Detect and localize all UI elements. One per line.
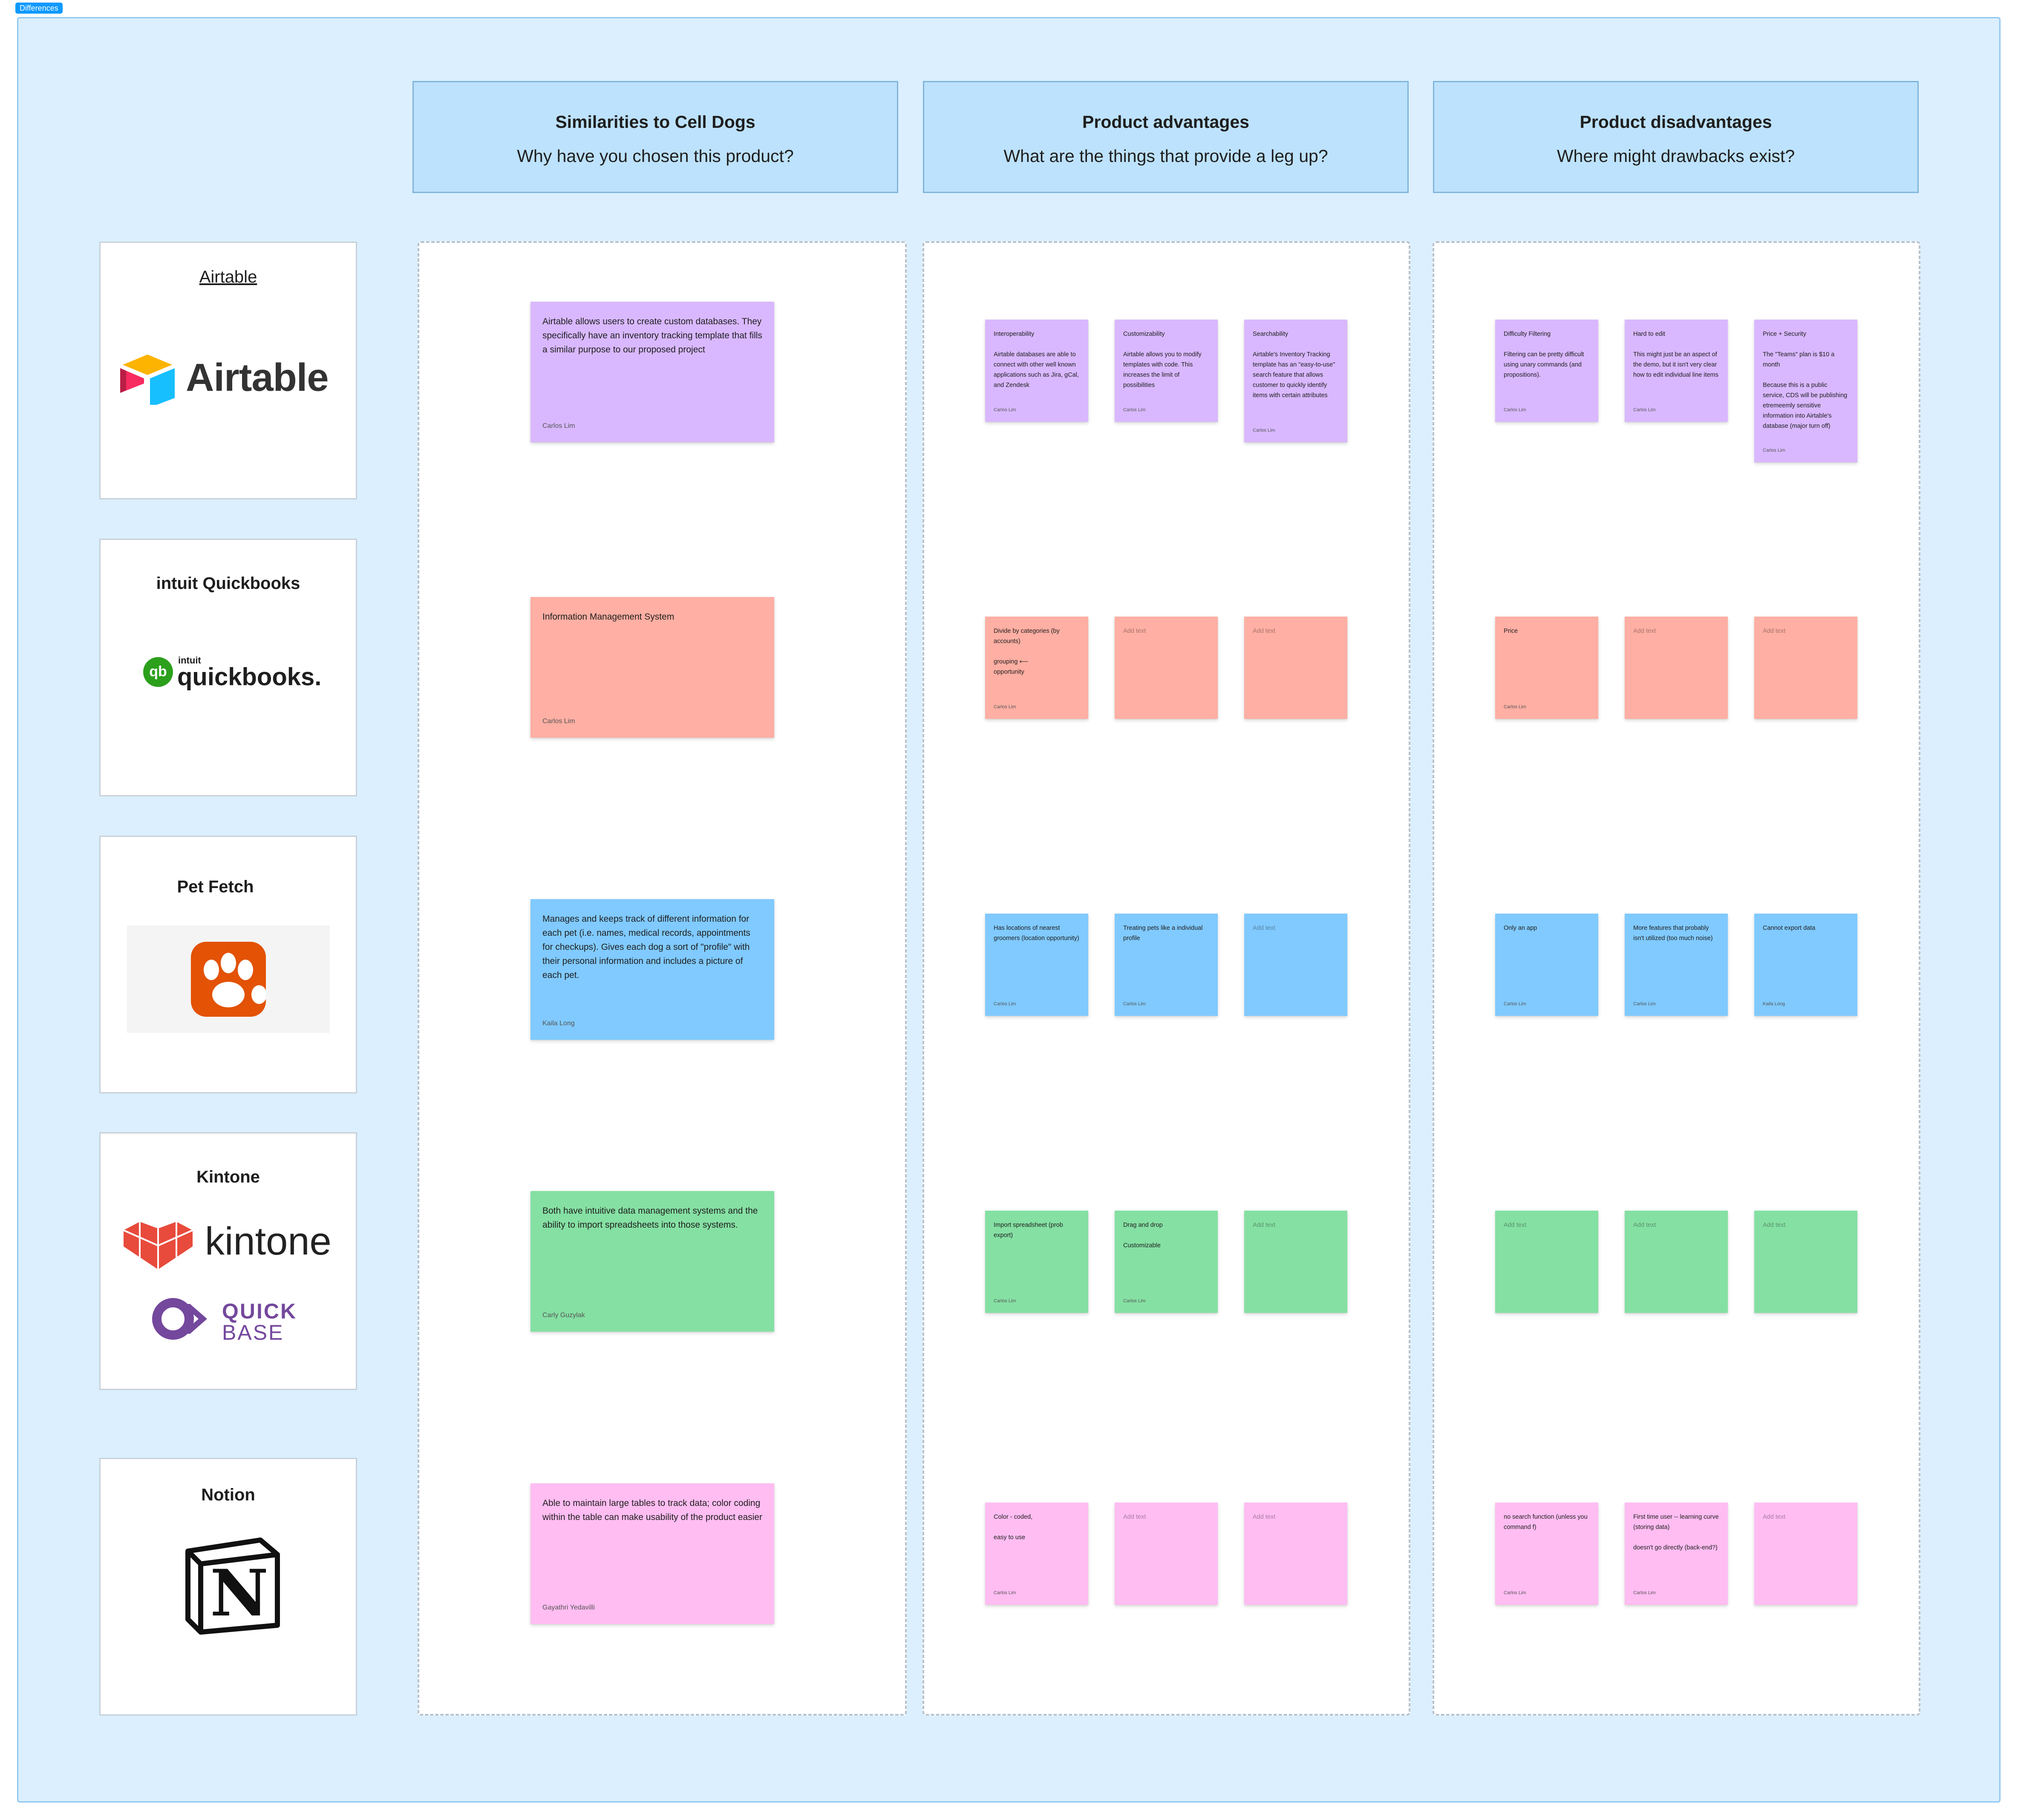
disadvantage-note[interactable]: More features that probably isn't utiliz… bbox=[1625, 914, 1728, 1016]
airtable-logo: Airtable bbox=[118, 354, 343, 409]
quickbase-line2: BASE bbox=[222, 1321, 284, 1344]
disadvantage-note[interactable]: Add text bbox=[1495, 1211, 1598, 1313]
similarity-note[interactable]: Manages and keeps track of different inf… bbox=[530, 899, 774, 1040]
product-name: intuit Quickbooks bbox=[156, 574, 300, 593]
product-card-airtable[interactable]: Airtable Airtable bbox=[99, 242, 357, 499]
advantage-note[interactable]: Add text bbox=[1244, 914, 1347, 1016]
notion-letter: N bbox=[210, 1556, 269, 1631]
notion-logo: N bbox=[184, 1536, 282, 1636]
product-name[interactable]: Airtable bbox=[101, 268, 356, 287]
advantage-note[interactable]: Customizability Airtable allows you to m… bbox=[1115, 320, 1218, 422]
product-name: Kintone bbox=[196, 1168, 260, 1186]
advantage-note[interactable]: Has locations of nearest groomers (locat… bbox=[985, 914, 1088, 1016]
advantage-note[interactable]: Add text bbox=[1244, 1503, 1347, 1605]
column-title: Product advantages bbox=[1082, 112, 1249, 132]
disadvantage-note[interactable]: Add text bbox=[1754, 1211, 1857, 1313]
quickbooks-logo: qb intuit quickbooks. bbox=[143, 655, 322, 693]
disadvantage-note[interactable]: Add text bbox=[1754, 617, 1857, 719]
advantage-note[interactable]: Interoperability Airtable databases are … bbox=[985, 320, 1088, 422]
advantage-note[interactable]: Import spreadsheet (prob export) Carlos … bbox=[985, 1211, 1088, 1313]
product-card-kintone[interactable]: Kintone kintone QUICK BASE bbox=[99, 1132, 357, 1390]
column-subtitle: Where might drawbacks exist? bbox=[1557, 146, 1795, 166]
quickbase-icon bbox=[152, 1298, 207, 1340]
disadvantage-note[interactable]: no search function (unless you command f… bbox=[1495, 1503, 1598, 1605]
disadvantage-note[interactable]: First time user -- learning curve (stori… bbox=[1625, 1503, 1728, 1605]
similarity-note[interactable]: Able to maintain large tables to track d… bbox=[530, 1483, 774, 1624]
kintone-logo: kintone bbox=[118, 1217, 348, 1272]
column-subtitle: Why have you chosen this product? bbox=[517, 146, 794, 166]
disadvantage-note[interactable]: Price + Security The "Teams" plan is $10… bbox=[1754, 320, 1857, 462]
advantage-note[interactable]: Add text bbox=[1115, 617, 1218, 719]
kintone-wordmark: kintone bbox=[205, 1220, 332, 1263]
quickbooks-badge-icon: qb bbox=[143, 657, 173, 687]
column-title: Product disadvantages bbox=[1580, 112, 1772, 132]
kintone-icon bbox=[123, 1222, 193, 1269]
column-header-disadvantages[interactable]: Product disadvantages Where might drawba… bbox=[1433, 81, 1919, 193]
similarity-note[interactable]: Both have intuitive data management syst… bbox=[530, 1191, 774, 1332]
quickbase-logo: QUICK BASE bbox=[152, 1295, 314, 1347]
similarity-note[interactable]: Information Management System Carlos Lim bbox=[530, 597, 774, 738]
advantage-note[interactable]: Drag and drop Customizable Carlos Lim bbox=[1115, 1211, 1218, 1313]
advantage-note[interactable]: Add text bbox=[1244, 1211, 1347, 1313]
column-header-advantages[interactable]: Product advantages What are the things t… bbox=[923, 81, 1409, 193]
disadvantage-note[interactable]: Add text bbox=[1625, 1211, 1728, 1313]
airtable-wordmark: Airtable bbox=[186, 356, 329, 399]
advantage-note[interactable]: Add text bbox=[1115, 1503, 1218, 1605]
disadvantage-note[interactable]: Price Carlos Lim bbox=[1495, 617, 1598, 719]
column-title: Similarities to Cell Dogs bbox=[555, 112, 755, 132]
disadvantage-note[interactable]: Cannot export data Kaila Long bbox=[1754, 914, 1857, 1016]
airtable-icon bbox=[120, 355, 175, 405]
column-header-similarities[interactable]: Similarities to Cell Dogs Why have you c… bbox=[412, 81, 898, 193]
product-card-pet-fetch[interactable]: Pet Fetch bbox=[99, 836, 357, 1093]
product-name: Notion bbox=[201, 1485, 255, 1504]
advantage-note[interactable]: Treating pets like a individual profile … bbox=[1115, 914, 1218, 1016]
product-card-notion[interactable]: Notion N bbox=[99, 1458, 357, 1716]
advantage-note[interactable]: Searchability Airtable's Inventory Track… bbox=[1244, 320, 1347, 442]
advantage-note[interactable]: Divide by categories (by accounts) group… bbox=[985, 617, 1088, 719]
disadvantage-note[interactable]: Add text bbox=[1754, 1503, 1857, 1605]
section-label[interactable]: Differences bbox=[15, 3, 63, 14]
product-name: Pet Fetch bbox=[177, 877, 254, 896]
quickbooks-wordmark: quickbooks. bbox=[177, 663, 322, 691]
advantage-note[interactable]: Color - coded, easy to use Carlos Lim bbox=[985, 1503, 1088, 1605]
column-subtitle: What are the things that provide a leg u… bbox=[1003, 146, 1328, 166]
disadvantage-note[interactable]: Hard to edit This might just be an aspec… bbox=[1625, 320, 1728, 422]
disadvantage-note[interactable]: Only an app Carlos Lim bbox=[1495, 914, 1598, 1016]
disadvantage-note[interactable]: Add text bbox=[1625, 617, 1728, 719]
advantage-note[interactable]: Add text bbox=[1244, 617, 1347, 719]
paw-icon bbox=[191, 942, 266, 1017]
product-card-quickbooks[interactable]: intuit Quickbooks qb intuit quickbooks. bbox=[99, 539, 357, 796]
similarity-note[interactable]: Airtable allows users to create custom d… bbox=[530, 302, 774, 442]
disadvantage-note[interactable]: Difficulty Filtering Filtering can be pr… bbox=[1495, 320, 1598, 422]
pet-fetch-logo bbox=[127, 926, 330, 1033]
